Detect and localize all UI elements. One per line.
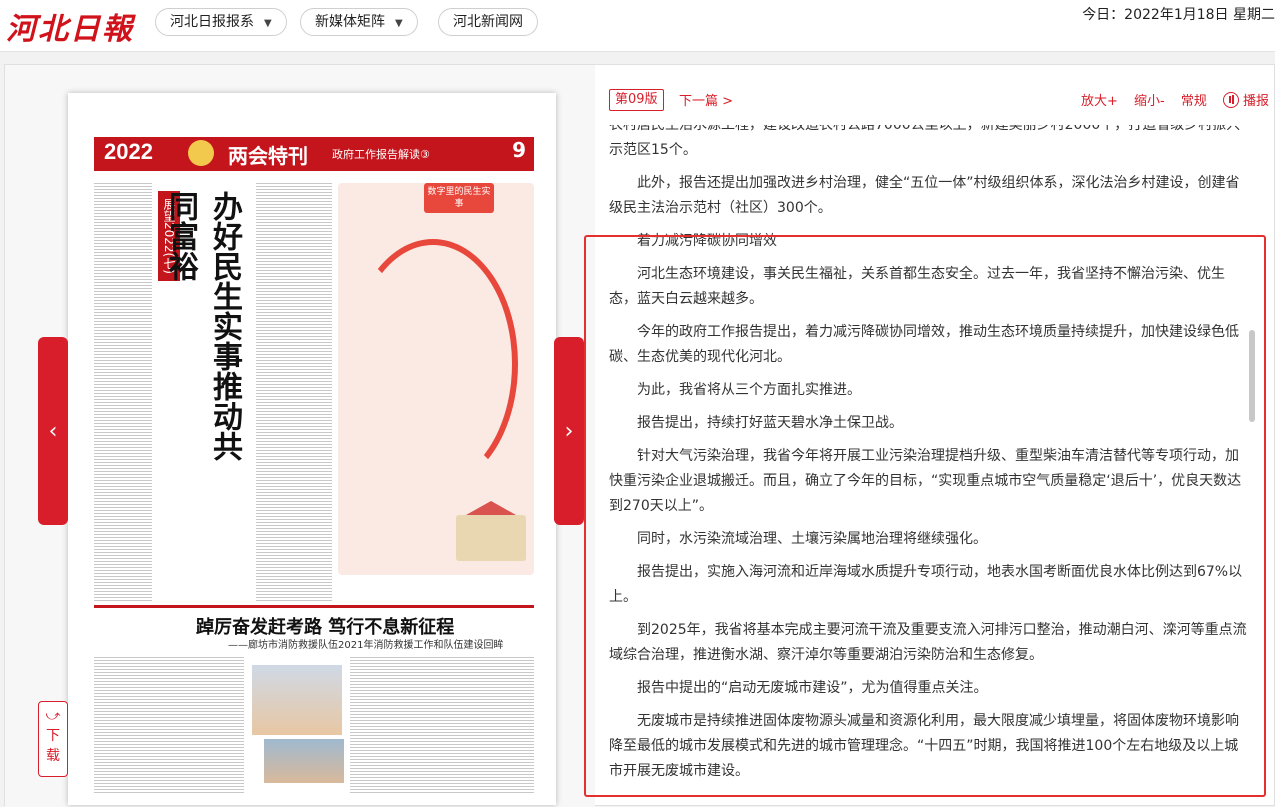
main-container: 2022 两会特刊 政府工作报告解读③ 9 展望2022(七) 办好民生实事推动… xyxy=(4,64,1275,807)
zoom-out-button[interactable]: 缩小- xyxy=(1134,94,1165,109)
banner-title: 两会特刊 xyxy=(228,144,308,168)
share-icon: ⤻ xyxy=(45,708,61,724)
article-toolbar: 第09版 下一篇 > 放大+ 缩小- 常规 播报 xyxy=(609,89,1269,113)
nav-new-media-dropdown[interactable]: 新媒体矩阵 ▼ xyxy=(300,8,418,36)
chevron-down-icon: ▼ xyxy=(395,18,403,29)
article-paragraph: 到2025年，我省将基本完成主要河流干流及重要支流入河排污口整治，推动潮白河、滦… xyxy=(609,622,1247,663)
site-logo[interactable]: 河北日報 xyxy=(6,4,134,48)
infographic-ring xyxy=(348,239,518,489)
newspaper-vertical-headline: 办好民生实事推动共同富裕 xyxy=(163,191,242,461)
newspaper-photo xyxy=(264,739,344,783)
article-paragraph: 为此，我省将从三个方面扎实推进。 xyxy=(637,382,861,398)
article-pane: 第09版 下一篇 > 放大+ 缩小- 常规 播报 农村居民生活水源工程，建设改造… xyxy=(595,65,1275,807)
chevron-down-icon: ▼ xyxy=(264,18,272,29)
newspaper-page-image[interactable]: 2022 两会特刊 政府工作报告解读③ 9 展望2022(七) 办好民生实事推动… xyxy=(68,93,556,805)
article-paragraph: 报告中提出的“启动无废城市建设”，尤为值得重点关注。 xyxy=(637,680,988,696)
prev-page-button[interactable]: ‹ xyxy=(38,337,68,525)
top-bar: 河北日報 河北日报报系 ▼ 新媒体矩阵 ▼ 河北新闻网 今日：2022年1月18日 … xyxy=(0,0,1275,52)
article-paragraph: 报告提出，实施入海河流和近岸海域水质提升专项行动，地表水国考断面优良水体比例达到… xyxy=(609,564,1243,605)
nav-label: 河北新闻网 xyxy=(453,14,523,30)
article-paragraph: 针对大气污染治理，我省今年将开展工业污染治理提档升级、重型柴油车清洁替代等专项行… xyxy=(609,448,1242,514)
today-date: 今日：2022年1月18日 星期二 xyxy=(1082,7,1275,23)
logo-text: 河北日報 xyxy=(6,12,134,47)
nav-label: 新媒体矩阵 xyxy=(315,14,385,30)
house-illustration-icon xyxy=(456,501,526,561)
newspaper-column xyxy=(256,181,332,601)
article-paragraph: 报告提出，持续打好蓝天碧水净土保卫战。 xyxy=(637,415,903,431)
article-body: 农村居民生活水源工程，建设改造农村公路7000公里以上，新建美丽乡村2000个，… xyxy=(609,125,1249,807)
newspaper-divider xyxy=(94,605,534,608)
newspaper-column xyxy=(94,181,152,601)
article-paragraph: 同时，水污染流域治理、土壤污染属地治理将继续强化。 xyxy=(637,531,987,547)
infographic-badge: 数字里的民生实事 xyxy=(424,183,494,213)
newspaper-column xyxy=(94,655,244,795)
chevron-left-icon: ‹ xyxy=(48,418,58,444)
newspaper-bottom-subhead: ——廊坊市消防救援队伍2021年消防救援工作和队伍建设回眸 xyxy=(228,640,504,651)
article-paragraph: 无废城市是持续推进固体废物源头减量和资源化利用，最大限度减少填埋量，将固体废物环… xyxy=(609,713,1239,779)
article-scrollbar[interactable] xyxy=(1249,330,1255,422)
broadcast-button[interactable]: 播报 xyxy=(1222,92,1269,109)
newspaper-column xyxy=(350,655,534,795)
newspaper-photo xyxy=(252,665,342,735)
newspaper-infographic: 数字里的民生实事 xyxy=(338,183,534,575)
article-paragraph: 河北生态环境建设，事关民生福祉，关系首都生态安全。过去一年，我省坚持不懈治污染、… xyxy=(609,266,1225,307)
newspaper-banner: 2022 两会特刊 政府工作报告解读③ 9 xyxy=(94,137,534,171)
banner-subtitle: 政府工作报告解读③ xyxy=(332,148,430,161)
newspaper-viewer: 2022 两会特刊 政府工作报告解读③ 9 展望2022(七) 办好民生实事推动… xyxy=(5,65,595,807)
next-article-link[interactable]: 下一篇 > xyxy=(679,90,733,109)
download-label: 下 xyxy=(46,728,60,744)
audio-icon xyxy=(1222,92,1239,108)
download-button[interactable]: ⤻ 下 载 xyxy=(38,701,68,777)
banner-page-number: 9 xyxy=(512,138,526,162)
chevron-right-icon: › xyxy=(564,418,574,444)
next-page-button[interactable]: › xyxy=(554,337,584,525)
normal-size-button[interactable]: 常规 xyxy=(1181,94,1207,109)
nav-hebei-news-link[interactable]: 河北新闻网 xyxy=(438,8,538,36)
text-tools: 放大+ 缩小- 常规 播报 xyxy=(1069,90,1269,109)
article-subheading: 着力减污降碳协同增效 xyxy=(637,233,777,249)
article-paragraph: 农村居民生活水源工程，建设改造农村公路7000公里以上，新建美丽乡村2000个，… xyxy=(609,125,1241,158)
emblem-icon xyxy=(188,140,214,166)
nav-newspaper-group-dropdown[interactable]: 河北日报报系 ▼ xyxy=(155,8,287,36)
article-paragraph: 此外，报告还提出加强改进乡村治理，健全“五位一体”村级组织体系，深化法治乡村建设… xyxy=(609,175,1240,216)
broadcast-label: 播报 xyxy=(1242,94,1269,109)
nav-label: 河北日报报系 xyxy=(170,14,254,30)
zoom-in-button[interactable]: 放大+ xyxy=(1081,94,1118,109)
download-label: 载 xyxy=(46,748,60,764)
banner-year: 2022 xyxy=(104,139,153,164)
article-paragraph: 今年的政府工作报告提出，着力减污降碳协同增效，推动生态环境质量持续提升，加快建设… xyxy=(609,324,1239,365)
edition-button[interactable]: 第09版 xyxy=(609,89,664,111)
